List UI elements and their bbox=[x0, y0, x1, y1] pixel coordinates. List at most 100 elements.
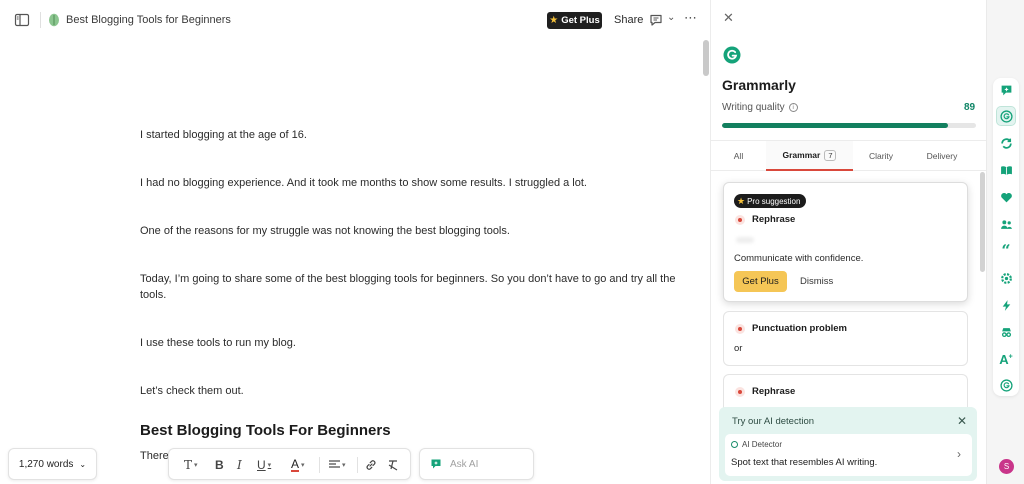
suggestion-text: or bbox=[734, 343, 743, 354]
tab-label: Grammar bbox=[782, 150, 821, 160]
chevron-down-icon: ▾ bbox=[301, 462, 305, 469]
chevron-down-icon[interactable]: ⌄ bbox=[667, 12, 675, 23]
bold-icon: B bbox=[215, 458, 224, 472]
align-left-icon bbox=[329, 460, 340, 468]
rail-settings[interactable] bbox=[997, 269, 1015, 287]
get-plus-label: Get Plus bbox=[561, 15, 600, 26]
document-title[interactable]: Best Blogging Tools for Beginners bbox=[66, 14, 231, 26]
ai-detector-label: AI Detector bbox=[731, 440, 782, 449]
rail-grammarly-alt[interactable] bbox=[997, 376, 1015, 394]
tab-delivery[interactable]: Delivery bbox=[909, 141, 975, 171]
grammarly-panel: ✕ Grammarly Writing quality i 89 All Gra… bbox=[711, 0, 986, 484]
paragraph[interactable]: I had no blogging experience. And it too… bbox=[140, 175, 680, 191]
clear-format-button[interactable] bbox=[387, 457, 399, 473]
rail-tone[interactable] bbox=[997, 188, 1015, 206]
formatting-toolbar: T ▾ B I U ▾ A ▾ ▾ bbox=[168, 448, 411, 480]
punctuation-suggestion-card[interactable]: Punctuation problem or bbox=[723, 311, 968, 366]
word-count-button[interactable]: 1,270 words ⌄ bbox=[8, 448, 97, 480]
underline-button[interactable]: U ▾ bbox=[257, 457, 271, 473]
tab-label: All bbox=[733, 151, 744, 161]
rail-rewrite[interactable] bbox=[997, 134, 1015, 152]
ai-detector-link[interactable]: AI Detector Spot text that resembles AI … bbox=[725, 434, 972, 476]
bold-button[interactable]: B bbox=[215, 457, 224, 473]
star-icon: ★ bbox=[549, 15, 559, 26]
ai-chat-icon bbox=[1001, 85, 1011, 95]
writing-quality-label: Writing quality i bbox=[722, 102, 798, 113]
rewrite-icon bbox=[1000, 137, 1012, 149]
italic-button[interactable]: I bbox=[237, 457, 242, 473]
paragraph[interactable]: One of the reasons for my struggle was n… bbox=[140, 223, 680, 239]
suggestions-scrollbar[interactable] bbox=[980, 172, 985, 272]
rail-quick-actions[interactable] bbox=[997, 296, 1015, 314]
ai-detection-promo: Try our AI detection ✕ AI Detector Spot … bbox=[719, 407, 977, 481]
suggestion-title: Rephrase bbox=[735, 386, 795, 397]
text-color-icon: A bbox=[291, 456, 300, 472]
share-button[interactable]: Share bbox=[614, 14, 643, 26]
people-icon bbox=[1000, 219, 1012, 229]
issue-dot-icon bbox=[735, 214, 745, 225]
more-options-icon[interactable]: ⋯ bbox=[684, 10, 698, 26]
text-style-button[interactable]: T ▾ bbox=[184, 457, 198, 473]
rail-citations[interactable]: “ bbox=[997, 242, 1015, 260]
get-plus-button[interactable]: ★ Get Plus bbox=[547, 12, 602, 29]
document-emoji-icon bbox=[49, 13, 59, 27]
rail-grammarly[interactable] bbox=[996, 106, 1016, 126]
star-icon: ★ bbox=[737, 195, 746, 206]
dismiss-button[interactable]: Dismiss bbox=[800, 276, 833, 287]
suggestion-tabs: All Grammar 7 Clarity Delivery bbox=[711, 141, 986, 171]
section-heading[interactable]: Best Blogging Tools For Beginners bbox=[140, 422, 680, 439]
tab-clarity[interactable]: Clarity bbox=[853, 141, 909, 171]
paragraph[interactable]: I started blogging at the age of 16. bbox=[140, 127, 680, 143]
writing-quality-text: Writing quality bbox=[722, 102, 785, 113]
rail-plagiarism[interactable] bbox=[997, 323, 1015, 341]
paragraph[interactable]: I use these tools to run my blog. bbox=[140, 335, 680, 351]
rail-font[interactable]: A+ bbox=[997, 350, 1015, 368]
search-icon bbox=[731, 441, 738, 448]
info-icon[interactable]: i bbox=[788, 103, 798, 112]
font-plus-icon: A+ bbox=[999, 351, 1013, 367]
chevron-down-icon: ▾ bbox=[342, 462, 346, 469]
open-book-icon bbox=[1000, 165, 1012, 175]
issue-dot-icon bbox=[735, 386, 745, 397]
rail-audience[interactable] bbox=[997, 215, 1015, 233]
close-icon[interactable]: ✕ bbox=[957, 414, 967, 428]
suggestion-title-text: Rephrase bbox=[752, 214, 796, 225]
writing-quality-bar bbox=[722, 123, 976, 128]
ai-detector-description: Spot text that resembles AI writing. bbox=[731, 457, 878, 468]
pro-suggestion-badge: ★ Pro suggestion bbox=[734, 194, 807, 208]
grammarly-logo-icon bbox=[723, 46, 741, 64]
rail-ai-chat[interactable] bbox=[997, 81, 1015, 99]
promo-title: Try our AI detection bbox=[732, 416, 815, 427]
writing-quality-score: 89 bbox=[964, 102, 976, 113]
get-plus-card-button[interactable]: Get Plus bbox=[734, 271, 787, 292]
suggestion-title: Rephrase bbox=[735, 214, 795, 225]
detective-icon bbox=[1001, 327, 1011, 337]
lightning-icon bbox=[1002, 299, 1010, 311]
panel-title: Grammarly bbox=[722, 77, 796, 93]
paragraph[interactable]: Today, I’m going to share some of the be… bbox=[140, 271, 680, 303]
comment-icon[interactable] bbox=[649, 13, 663, 27]
heart-chat-icon bbox=[1000, 192, 1012, 202]
writing-quality-fill bbox=[722, 123, 949, 128]
suggestion-title-text: Punctuation problem bbox=[752, 323, 847, 334]
underline-icon: U bbox=[257, 458, 266, 472]
tab-all[interactable]: All bbox=[711, 141, 766, 171]
clear-formatting-icon bbox=[388, 460, 398, 471]
rail-reader[interactable] bbox=[997, 161, 1015, 179]
align-button[interactable]: ▾ bbox=[329, 457, 346, 473]
ask-ai-placeholder: Ask AI bbox=[450, 458, 479, 470]
chevron-right-icon: › bbox=[957, 447, 961, 461]
tab-grammar[interactable]: Grammar 7 bbox=[766, 141, 853, 171]
editor-scrollbar[interactable] bbox=[703, 40, 709, 76]
rail-icon-group: “ A+ bbox=[993, 78, 1019, 396]
ask-ai-input[interactable]: Ask AI bbox=[419, 448, 534, 480]
avatar[interactable]: S bbox=[999, 459, 1014, 474]
paragraph[interactable]: Let’s check them out. bbox=[140, 383, 680, 399]
link-button[interactable] bbox=[365, 457, 377, 473]
text-color-button[interactable]: A ▾ bbox=[291, 457, 305, 473]
issue-dot-icon bbox=[735, 323, 745, 334]
close-icon[interactable]: ✕ bbox=[723, 10, 734, 26]
pro-suggestion-card[interactable]: ★ Pro suggestion Rephrase Communicate wi… bbox=[723, 182, 968, 302]
sidebar-toggle-icon[interactable] bbox=[14, 12, 30, 28]
gear-icon bbox=[1000, 272, 1012, 284]
